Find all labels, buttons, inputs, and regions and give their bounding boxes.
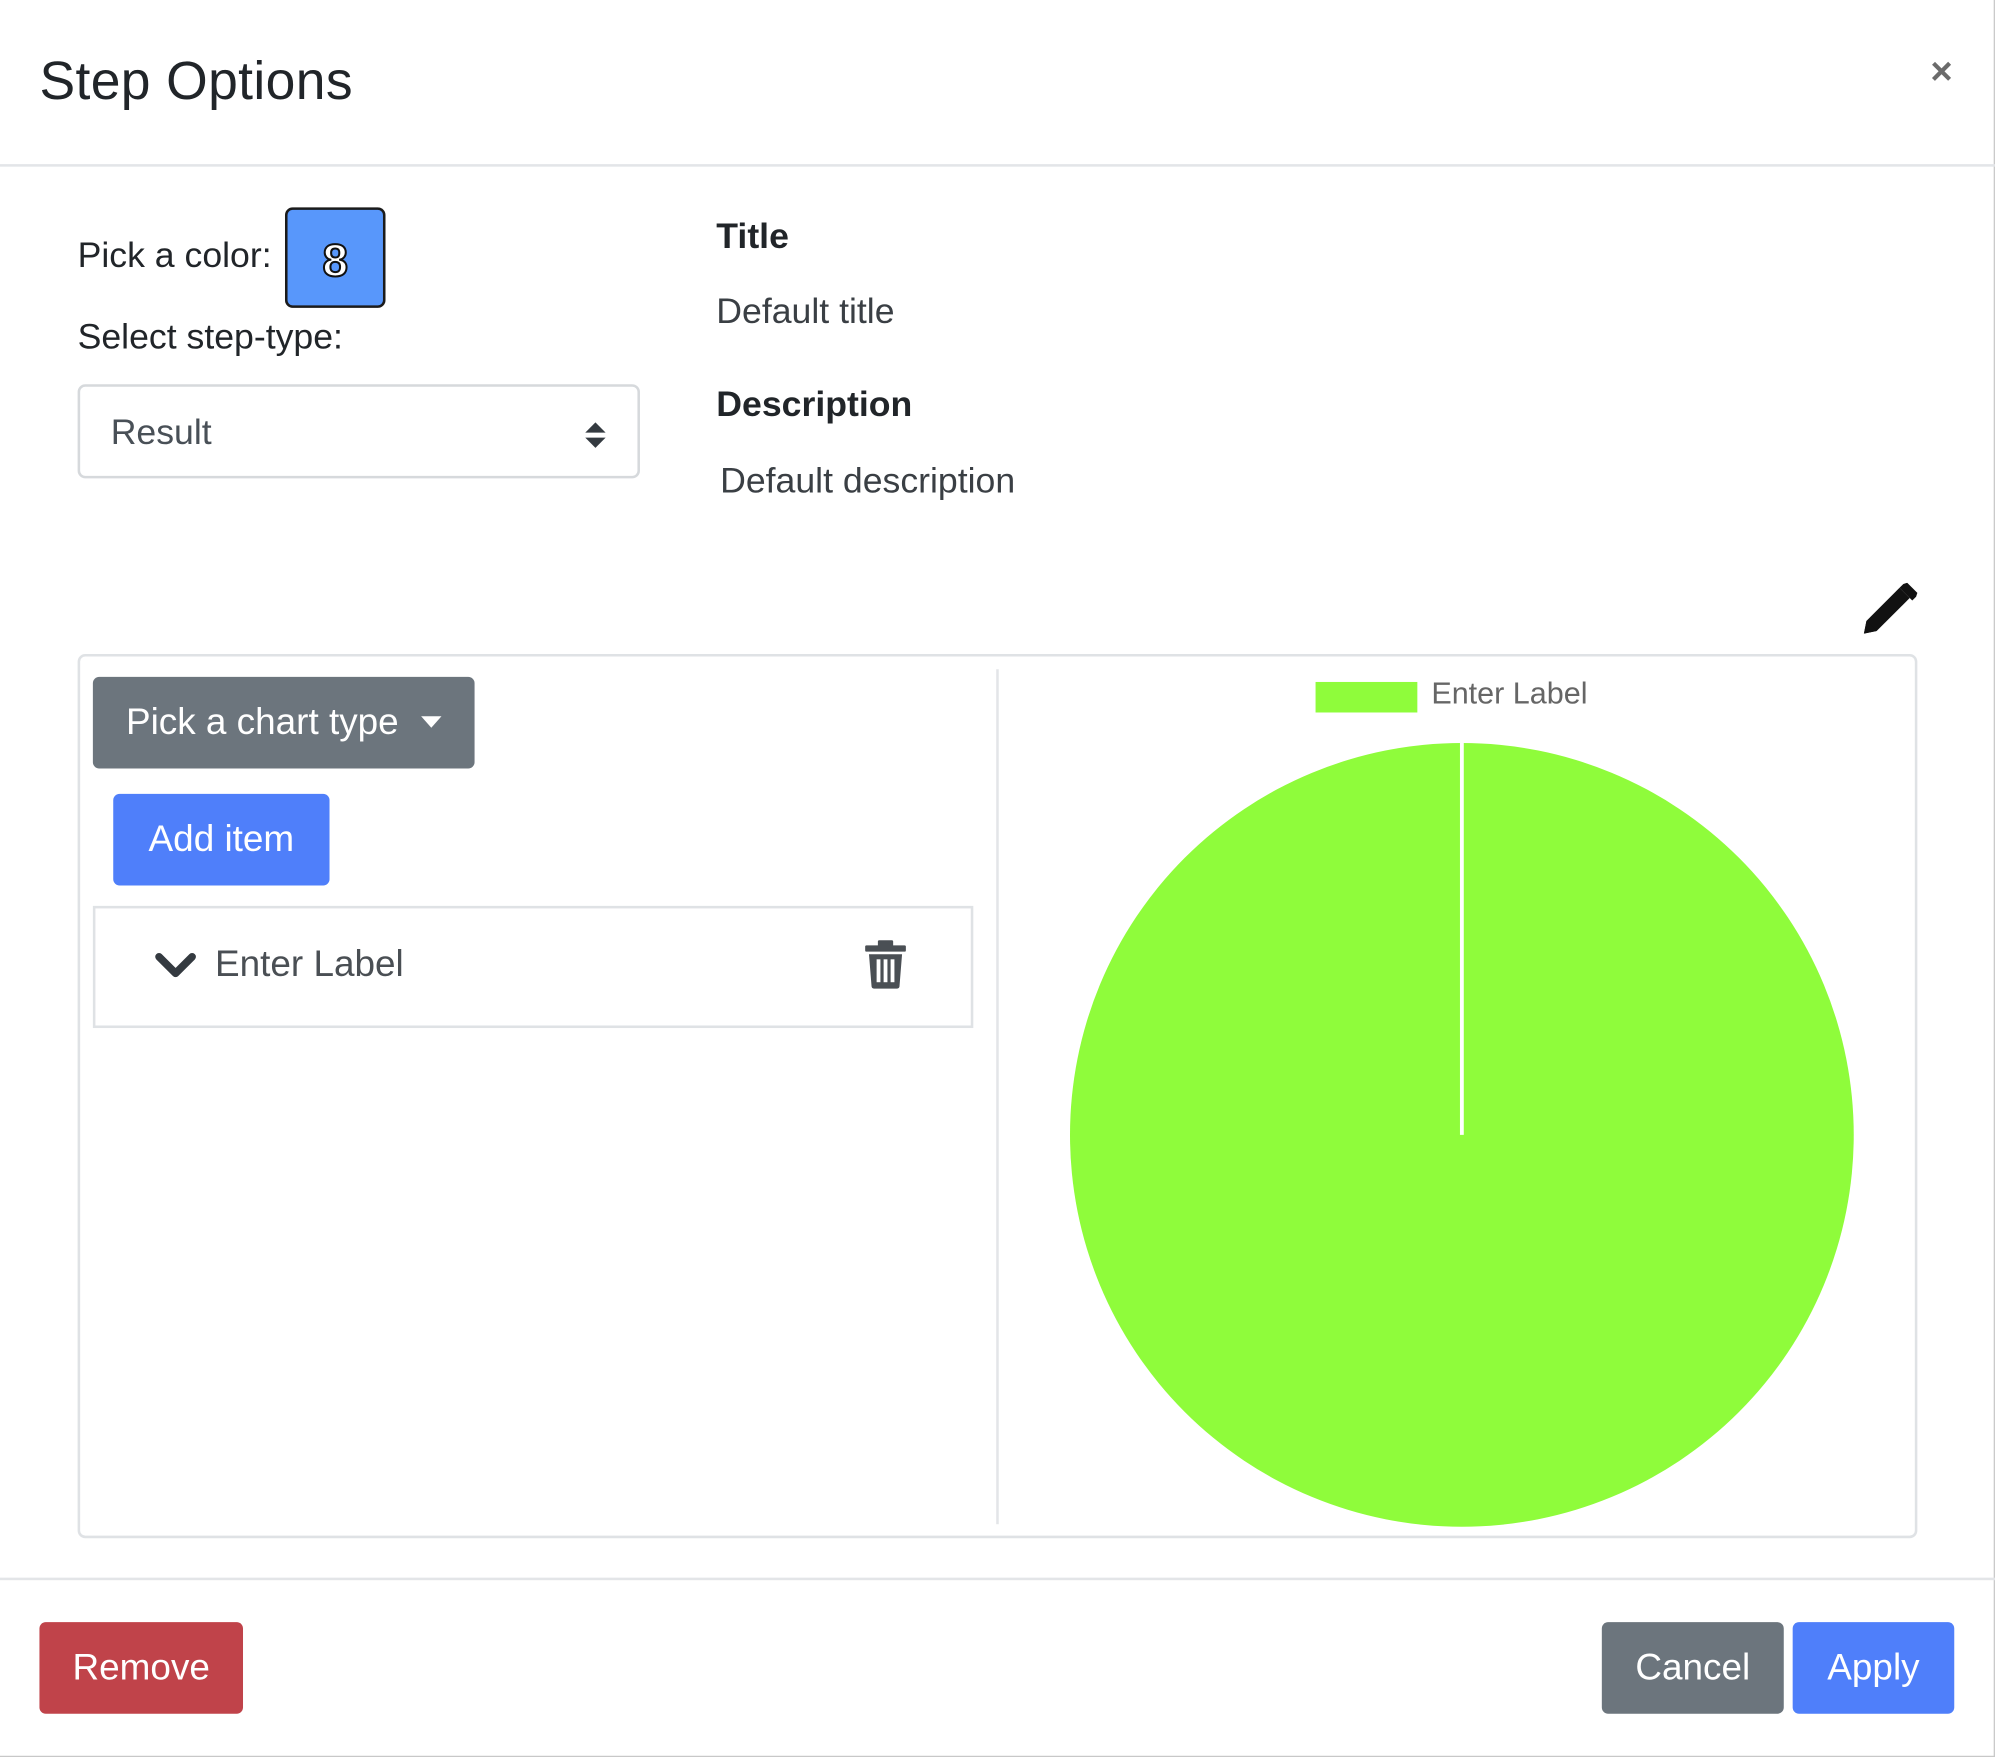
chart-editor-panel: Pick a chart type Add item Enter Label E… — [77, 653, 1918, 1539]
pie-chart — [1070, 743, 1854, 1527]
chart-item-label[interactable]: Enter Label — [215, 944, 404, 986]
chart-item-row: Enter Label — [92, 905, 974, 1029]
step-type-select[interactable]: Result — [77, 384, 640, 479]
description-heading: Description — [716, 384, 913, 424]
chart-type-dropdown-button[interactable]: Pick a chart type — [92, 676, 475, 769]
legend-label[interactable]: Enter Label — [1431, 677, 1587, 713]
cancel-button[interactable]: Cancel — [1601, 1622, 1784, 1714]
remove-button[interactable]: Remove — [39, 1622, 244, 1714]
step-options-modal: Step Options × Pick a color: 8 Select st… — [0, 0, 1995, 1757]
chevron-down-icon[interactable] — [154, 950, 197, 981]
modal-footer: Remove Cancel Apply — [0, 1577, 1995, 1757]
caret-down-icon — [421, 716, 442, 728]
color-picker-label: Pick a color: — [77, 235, 272, 275]
pencil-icon[interactable] — [1861, 582, 1920, 636]
step-type-label: Select step-type: — [77, 316, 343, 357]
legend-swatch[interactable] — [1315, 681, 1418, 713]
color-swatch-button[interactable]: 8 — [284, 207, 386, 308]
modal-title: Step Options — [39, 50, 353, 111]
title-heading: Title — [716, 216, 789, 256]
description-value[interactable]: Default description — [720, 461, 1015, 502]
panel-divider — [996, 669, 999, 1525]
add-item-button[interactable]: Add item — [113, 793, 330, 886]
chart-type-button-label: Pick a chart type — [125, 702, 399, 744]
close-button[interactable]: × — [1924, 51, 1960, 94]
trash-icon[interactable] — [864, 939, 907, 990]
apply-button[interactable]: Apply — [1792, 1622, 1955, 1714]
select-arrows-icon — [585, 422, 606, 448]
step-type-selected-value: Result — [110, 412, 212, 452]
title-value[interactable]: Default title — [716, 291, 894, 332]
modal-header: Step Options × — [0, 0, 1995, 167]
